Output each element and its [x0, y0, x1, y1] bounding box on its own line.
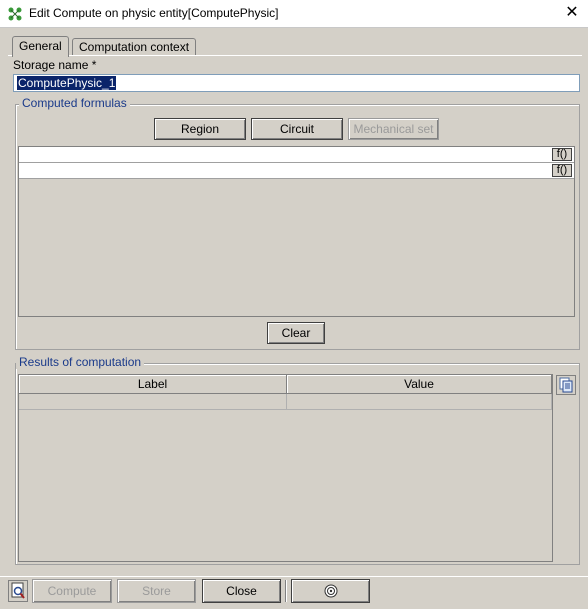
storage-name-input[interactable]: ComputePhysic_1: [13, 74, 580, 92]
formula-editor-button[interactable]: f(): [552, 148, 572, 161]
results-title: Results of computation: [16, 355, 145, 369]
formula-row[interactable]: f(): [19, 147, 574, 163]
report-button[interactable]: [8, 580, 28, 602]
app-icon: [8, 7, 22, 21]
help-button[interactable]: [291, 579, 370, 603]
table-cell: [287, 394, 552, 410]
column-header-value[interactable]: Value: [287, 375, 552, 394]
mechanical-set-button[interactable]: Mechanical set: [348, 118, 439, 140]
column-header-label[interactable]: Label: [19, 375, 287, 394]
formula-editor-button[interactable]: f(): [552, 164, 572, 177]
clear-button[interactable]: Clear: [267, 322, 325, 344]
table-cell: [19, 394, 287, 410]
close-button[interactable]: Close: [202, 579, 281, 603]
title-bar: Edit Compute on physic entity[ComputePhy…: [0, 0, 588, 28]
table-row[interactable]: [19, 394, 552, 410]
copy-button[interactable]: [556, 375, 576, 395]
copy-icon: [559, 377, 573, 393]
report-icon: [11, 582, 25, 599]
circuit-button[interactable]: Circuit: [251, 118, 343, 140]
toolbar-separator: [285, 580, 287, 602]
formula-row[interactable]: f(): [19, 163, 574, 179]
tab-divider: [8, 55, 582, 56]
storage-name-label: Storage name *: [13, 58, 97, 72]
results-table: Label Value: [18, 374, 553, 562]
computed-formulas-title: Computed formulas: [19, 96, 130, 110]
close-window-icon[interactable]: ✕: [562, 3, 582, 23]
compute-button[interactable]: Compute: [32, 579, 112, 603]
tab-computation-context[interactable]: Computation context: [72, 38, 197, 56]
region-button[interactable]: Region: [154, 118, 246, 140]
store-button[interactable]: Store: [117, 579, 196, 603]
window-title: Edit Compute on physic entity[ComputePhy…: [29, 6, 279, 20]
help-circle-icon: [324, 584, 337, 598]
storage-name-value: ComputePhysic_1: [17, 76, 117, 90]
formula-list: f() f(): [18, 146, 575, 317]
tab-general[interactable]: General: [12, 36, 69, 57]
